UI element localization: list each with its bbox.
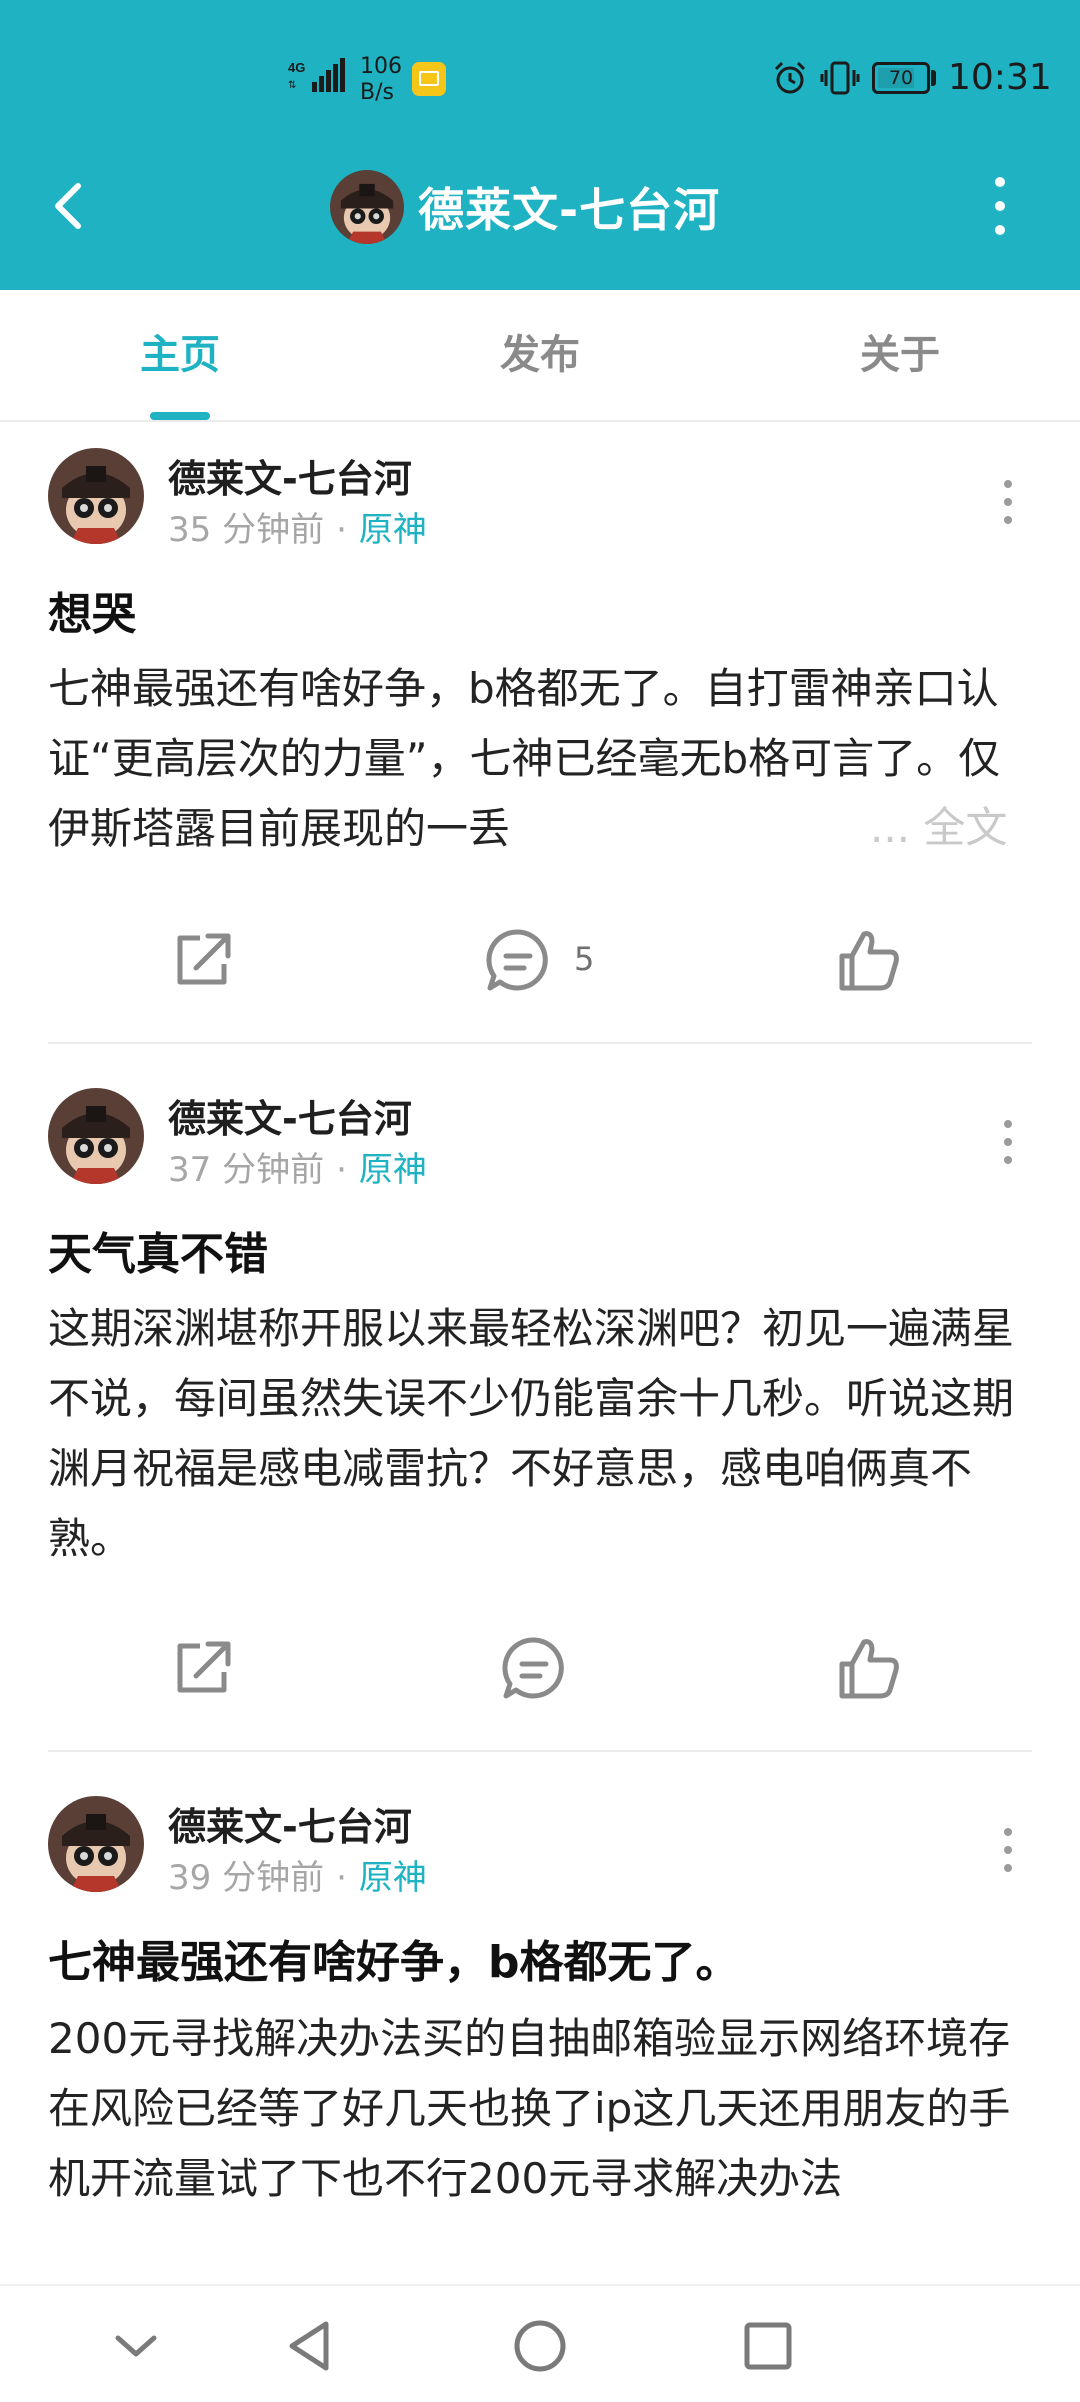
chevron-down-icon[interactable] (96, 2306, 176, 2386)
post-options-icon[interactable] (996, 472, 1020, 532)
post-topic-tag[interactable]: 原神 (359, 1858, 427, 1898)
avatar-image (48, 448, 144, 544)
post-meta: 37 分钟前 · 原神 (168, 1142, 427, 1191)
avatar-image (48, 1088, 144, 1184)
tab-home[interactable]: 主页 (0, 290, 360, 420)
vibrate-icon (820, 61, 860, 95)
mail-icon (412, 62, 446, 96)
svg-text:⇅: ⇅ (288, 80, 296, 91)
avatar-image (330, 170, 404, 244)
comment-icon[interactable] (494, 1628, 574, 1708)
status-bar: 4G ⇅ 106 B/s 70 10:31 (0, 0, 1080, 160)
network-speed-unit: B/s (360, 80, 394, 105)
app-header: 4G ⇅ 106 B/s 70 10:31 德莱文-七台河 (0, 0, 1080, 290)
tab-bar: 主页 发布 关于 (0, 290, 1080, 422)
post-divider (48, 1042, 1032, 1044)
page-title: 德莱文-七台河 (418, 183, 721, 237)
comment-icon[interactable] (478, 920, 558, 1000)
more-vertical-icon[interactable] (980, 170, 1020, 242)
alarm-icon (774, 61, 806, 94)
post-topic-tag[interactable]: 原神 (359, 1150, 427, 1190)
system-navigation-bar (0, 2284, 1080, 2402)
post-options-icon[interactable] (996, 1112, 1020, 1172)
post-meta: 35 分钟前 · 原神 (168, 502, 427, 551)
share-icon[interactable] (164, 1628, 244, 1708)
battery-text: 70 (888, 67, 914, 89)
avatar[interactable] (48, 1796, 144, 1892)
signal-icon: 4G ⇅ (288, 58, 345, 92)
post-body[interactable]: 200元寻找解决办法买的自抽邮箱验显示网络环境存在风险已经等了好几天也换了ip这… (48, 2004, 1028, 2286)
network-speed: 106 B/s (360, 54, 402, 106)
tab-about[interactable]: 关于 (720, 290, 1080, 420)
avatar[interactable] (330, 170, 404, 244)
battery-tip (931, 70, 936, 86)
meta-separator: · (336, 1858, 347, 1898)
header-title-group: 德莱文-七台河 (330, 168, 720, 246)
post-time: 39 分钟前 (168, 1858, 325, 1898)
avatar[interactable] (48, 448, 144, 544)
share-icon[interactable] (164, 920, 244, 1000)
back-arrow-icon[interactable] (40, 166, 100, 246)
post-title: 七神最强还有啥好争，b格都无了。 (48, 1937, 740, 1988)
post-time: 37 分钟前 (168, 1150, 325, 1190)
post-divider (48, 1750, 1032, 1752)
nav-home-icon[interactable] (500, 2306, 580, 2386)
read-more-link[interactable]: ... 全文 (866, 794, 1008, 855)
battery-icon: 70 (872, 62, 930, 94)
avatar[interactable] (48, 1088, 144, 1184)
post-title: 天气真不错 (48, 1229, 268, 1280)
post-title: 想哭 (48, 589, 136, 640)
like-icon[interactable] (828, 1628, 908, 1708)
post-body[interactable]: 这期深渊堪称开服以来最轻松深渊吧？初见一遍满星不说，每间虽然失误不少仍能富余十几… (48, 1294, 1028, 1574)
meta-separator: · (336, 510, 347, 550)
like-icon[interactable] (828, 920, 908, 1000)
network-type: 4G (288, 60, 305, 75)
post-author[interactable]: 德莱文-七台河 (168, 1796, 412, 1851)
meta-separator: · (336, 1150, 347, 1190)
post-options-icon[interactable] (996, 1820, 1020, 1880)
post-author[interactable]: 德莱文-七台河 (168, 1088, 412, 1143)
post-time: 35 分钟前 (168, 510, 325, 550)
active-tab-indicator (150, 412, 210, 420)
clock: 10:31 (948, 57, 1052, 98)
network-speed-value: 106 (360, 54, 402, 79)
nav-recents-icon[interactable] (728, 2306, 808, 2386)
nav-back-icon[interactable] (270, 2306, 350, 2386)
comment-count: 5 (574, 940, 595, 978)
tab-posts[interactable]: 发布 (360, 290, 720, 420)
post-topic-tag[interactable]: 原神 (359, 510, 427, 550)
post-meta: 39 分钟前 · 原神 (168, 1850, 427, 1899)
post-author[interactable]: 德莱文-七台河 (168, 448, 412, 503)
avatar-image (48, 1796, 144, 1892)
